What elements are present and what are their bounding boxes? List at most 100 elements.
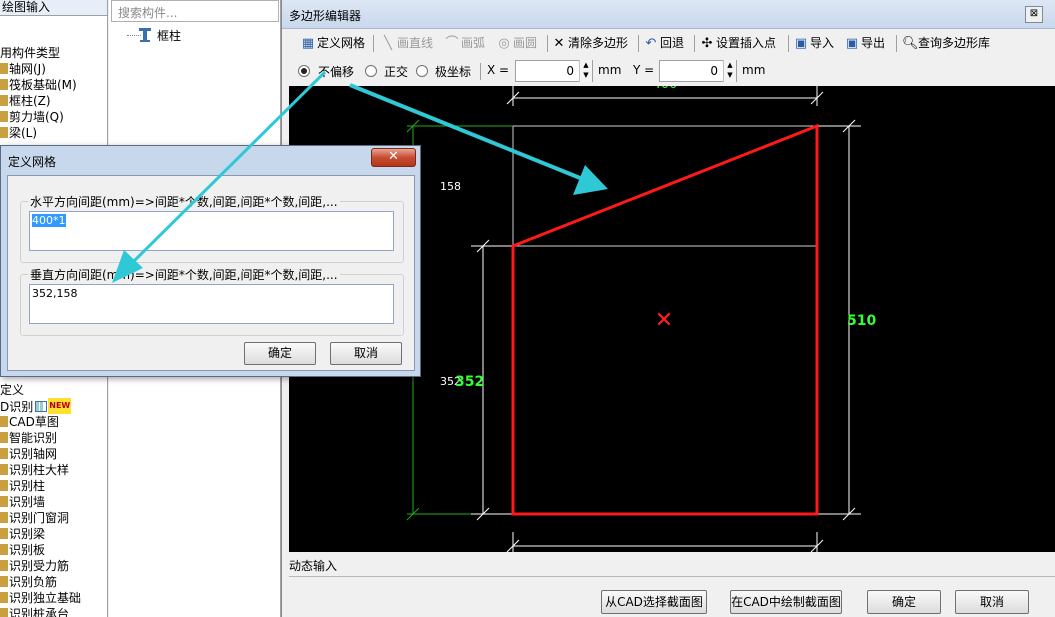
tree-item-shear-wall[interactable]: 剪力墙(Q) (0, 109, 64, 125)
polar-label: 极坐标 (435, 65, 472, 79)
draw-arc-button[interactable]: ⌒ 画弧 (445, 33, 485, 53)
export-button[interactable]: ▣ 导出 (845, 33, 885, 53)
set-insert-point-button[interactable]: ✣ 设置插入点 (700, 33, 776, 53)
dialog-title: 定义网格 (8, 155, 57, 169)
undo-button[interactable]: ↶ 回退 (644, 33, 684, 53)
recog-icon (0, 512, 8, 523)
toolbar-separator (896, 35, 897, 52)
recog-icon (0, 560, 8, 571)
recog-icon (0, 528, 8, 539)
tree-item-recog-main-rebar[interactable]: 识别受力筋 (0, 558, 69, 574)
select-from-cad-button[interactable]: 从CAD选择截面图 (601, 590, 707, 614)
tree-item-recog-axis[interactable]: 识别轴网 (0, 446, 57, 462)
toolbar-separator (788, 35, 789, 52)
wall-icon (0, 111, 8, 122)
vertical-spacing-label: 垂直方向间距(mm)=>间距*个数,间距,间距*个数,间距,... (28, 266, 340, 283)
recog-icon (0, 464, 8, 475)
recog-icon (0, 592, 8, 603)
tree-item-cad-sketch[interactable]: CAD草图 (0, 414, 59, 430)
x-unit: mm (598, 63, 622, 77)
editor-close-button[interactable]: ⊠ (1025, 6, 1043, 23)
dialog-cancel-button[interactable]: 取消 (330, 342, 402, 365)
no-offset-radio[interactable] (298, 65, 310, 77)
clear-polygon-button[interactable]: ✕ 清除多边形 (552, 33, 628, 53)
recog-icon (0, 432, 8, 443)
define-grid-dialog: 定义网格 ✕ 水平方向间距(mm)=>间距*个数,间距,间距*个数,间距,...… (0, 145, 421, 377)
tree-item-recog-col-detail[interactable]: 识别柱大样 (0, 462, 69, 478)
export-icon: ▣ (845, 36, 859, 51)
dim-text-top: 400 (653, 86, 678, 92)
tree-item-recog-beam[interactable]: 识别梁 (0, 526, 45, 542)
toolbar-separator (638, 35, 639, 52)
dynamic-input-label[interactable]: 动态输入 (289, 556, 349, 576)
tree-item-recog-pile-cap[interactable]: 识别桩承台 (0, 606, 69, 617)
ortho-radio[interactable] (365, 65, 377, 77)
tree-item-column[interactable]: 框柱(Z) (0, 93, 51, 109)
x-coord-label: X = (487, 63, 510, 77)
axis-icon (0, 63, 8, 74)
tree-item-recog-opening[interactable]: 识别门窗洞 (0, 510, 69, 526)
x-spinner[interactable]: ▲ ▼ (579, 60, 592, 82)
editor-cancel-button[interactable]: 取消 (955, 590, 1029, 614)
draw-line-button[interactable]: ╲ 画直线 (381, 33, 433, 53)
column-icon (0, 95, 8, 106)
recog-icon (0, 496, 8, 507)
editor-title: 多边形编辑器 (289, 9, 362, 23)
draw-in-cad-button[interactable]: 在CAD中绘制截面图 (730, 590, 842, 614)
editor-titlebar: 多边形编辑器 ⊠ (282, 0, 1055, 29)
tree-item-recog-wall[interactable]: 识别墙 (0, 494, 45, 510)
toolbar-separator (480, 63, 481, 80)
tree-item-frame-column[interactable]: 框柱 (157, 27, 181, 44)
cad-grid-icon (35, 401, 48, 412)
import-button[interactable]: ▣ 导入 (794, 33, 834, 53)
arc-icon: ⌒ (445, 36, 459, 51)
horizontal-spacing-label: 水平方向间距(mm)=>间距*个数,间距,间距*个数,间距,... (28, 193, 340, 210)
y-unit: mm (742, 63, 766, 77)
tree-item-recog-column[interactable]: 识别柱 (0, 478, 45, 494)
insert-point-icon: ✣ (701, 36, 713, 51)
define-grid-button[interactable]: ▦ 定义网格 (301, 33, 365, 53)
editor-ok-button[interactable]: 确定 (867, 590, 941, 614)
horizontal-spacing-input[interactable]: 400*1 (29, 211, 394, 251)
toolbar-separator (373, 35, 374, 52)
tree-section-define[interactable]: 定义 (0, 382, 24, 398)
tree-section-common[interactable]: 用构件类型 (0, 45, 60, 61)
dialog-ok-button[interactable]: 确定 (244, 342, 316, 365)
query-polygon-library-button[interactable]: 🔍︎查询多边形库 (902, 33, 990, 53)
recog-icon (0, 608, 8, 617)
tree-item-recog-neg-rebar[interactable]: 识别负筋 (0, 574, 57, 590)
polar-radio[interactable] (416, 65, 428, 77)
search-input[interactable]: 搜索构件... (111, 0, 279, 22)
editor-toolbar: ▦ 定义网格 ╲ 画直线 ⌒ 画弧 ◎ 画圆 ✕ 清除多边形 ↶ 回退 ✣ 设置插入点 ▣ 导入… (282, 30, 1055, 56)
tree-item-raft[interactable]: 筏板基础(M) (0, 77, 77, 93)
search-icon: 🔍︎ (902, 36, 919, 51)
snap-toolbar: 不偏移 正交 极坐标 X = 0 ▲ ▼ mm Y = 0 ▲ ▼ mm (282, 57, 1055, 85)
panel-header: 绘图输入 (0, 0, 107, 16)
center-mark: ✕ (655, 308, 673, 333)
tree-item-smart-recog[interactable]: 智能识别 (0, 430, 57, 446)
dialog-close-button[interactable]: ✕ (371, 148, 416, 167)
draw-circle-button[interactable]: ◎ 画圆 (497, 33, 537, 53)
toolbar-separator (694, 35, 695, 52)
tree-item-beam[interactable]: 梁(L) (0, 125, 37, 141)
tree-section-cad[interactable]: D识别 NEW (0, 398, 72, 414)
y-coord-label: Y = (633, 63, 655, 77)
recog-icon (0, 448, 8, 459)
new-badge: NEW (48, 398, 72, 414)
y-spinner[interactable]: ▲ ▼ (723, 60, 736, 82)
status-divider (289, 576, 1055, 577)
toolbar-separator (547, 35, 548, 52)
dim-text-352-green: 352 (455, 374, 484, 390)
clear-icon: ✕ (553, 36, 565, 51)
tree-item-axis[interactable]: 轴网(J) (0, 61, 46, 77)
line-icon: ╲ (384, 36, 392, 51)
tree-item-recog-slab[interactable]: 识别板 (0, 542, 45, 558)
undo-icon: ↶ (645, 36, 657, 51)
dim-text-510: 510 (847, 313, 876, 329)
recog-icon (0, 480, 8, 491)
tree-item-recog-footing[interactable]: 识别独立基础 (0, 590, 81, 606)
raft-icon (0, 79, 8, 90)
recog-icon (0, 576, 8, 587)
cad-icon (0, 416, 8, 427)
vertical-spacing-input[interactable]: 352,158 (29, 284, 394, 324)
